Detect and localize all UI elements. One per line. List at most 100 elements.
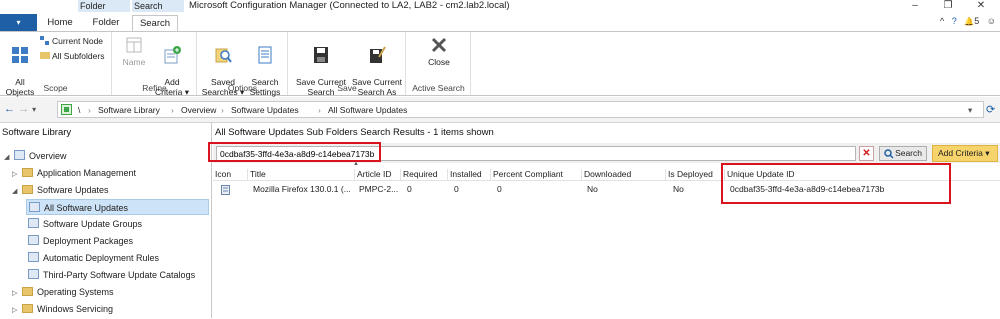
- tree-item-label: Deployment Packages: [43, 236, 134, 246]
- tab-home[interactable]: Home: [40, 15, 80, 32]
- tree-item-label: Third-Party Software Update Catalogs: [43, 270, 196, 280]
- breadcrumb-overview[interactable]: Overview: [181, 105, 216, 115]
- column-header-required[interactable]: Required: [400, 169, 438, 181]
- scope-group-label: Scope: [43, 83, 68, 93]
- cell-percent-compliant: 0: [497, 184, 502, 194]
- tab-folder[interactable]: Folder: [84, 15, 128, 32]
- cell-installed: 0: [454, 184, 459, 194]
- column-header-percent-compliant[interactable]: Percent Compliant: [490, 169, 563, 181]
- close-search-button[interactable]: Close: [419, 35, 459, 67]
- search-highlight-box: [208, 142, 381, 162]
- tree-expander-icon[interactable]: ▷: [12, 167, 22, 183]
- cell-title: Mozilla Firefox 130.0.1 (...: [253, 184, 351, 194]
- navigation-pane-title: Software Library: [2, 127, 72, 138]
- folder-icon: [22, 304, 33, 313]
- deployment-packages-icon: [28, 235, 39, 245]
- results-header: All Software Updates Sub Folders Search …: [215, 127, 494, 138]
- search-button[interactable]: Search: [879, 146, 927, 161]
- notification-bell-icon[interactable]: 🔔: [964, 17, 974, 26]
- tree-expander-icon[interactable]: ▷: [12, 303, 22, 319]
- minimize-button[interactable]: –: [900, 0, 930, 12]
- column-header-icon[interactable]: Icon: [213, 169, 231, 181]
- restore-button[interactable]: ❐: [933, 0, 963, 12]
- close-search-label: Close: [428, 57, 450, 67]
- close-search-icon: [431, 37, 447, 53]
- deployment-rules-icon: [28, 252, 39, 262]
- refine-group-label: Refine: [142, 83, 167, 93]
- breadcrumb-separator: ›: [88, 105, 91, 115]
- add-criteria-button[interactable]: Add Criteria ▾: [932, 145, 998, 162]
- breadcrumb-all-software-updates[interactable]: All Software Updates: [328, 105, 407, 115]
- tree-item-windows-servicing[interactable]: ▷ Windows Servicing: [12, 301, 113, 317]
- ribbon-right-controls: ^ ? 🔔5 ☺: [940, 16, 996, 26]
- breadcrumb-software-library[interactable]: Software Library: [98, 105, 160, 115]
- breadcrumb-software-updates[interactable]: Software Updates: [231, 105, 299, 115]
- tree-item-label: Automatic Deployment Rules: [43, 253, 160, 263]
- context-tab-folder-tools[interactable]: Folder Tools: [78, 0, 130, 23]
- navigation-pane: Software Library ◢ Overview ▷ Application …: [0, 123, 212, 318]
- current-node-button[interactable]: Current Node: [40, 36, 103, 46]
- tree-item-overview[interactable]: ◢ Overview: [4, 148, 67, 164]
- refresh-icon[interactable]: ⟳: [986, 103, 995, 116]
- tree-item-label: Software Updates: [37, 185, 109, 195]
- save-group-label: Save: [337, 83, 357, 93]
- tree-item-label: Software Update Groups: [43, 219, 143, 229]
- column-header-article-id[interactable]: Article ID: [354, 169, 391, 181]
- navigation-buttons: ← → ▾: [4, 103, 36, 115]
- column-header-downloaded[interactable]: Downloaded: [581, 169, 631, 181]
- clear-search-button[interactable]: ✕: [859, 146, 874, 161]
- tree-item-automatic-deployment-rules[interactable]: Automatic Deployment Rules: [28, 250, 159, 266]
- name-button[interactable]: Name: [119, 35, 149, 67]
- column-header-installed[interactable]: Installed: [447, 169, 482, 181]
- help-icon[interactable]: ?: [952, 16, 957, 26]
- scope-group: All Objects Current Node All Subfolders …: [0, 32, 112, 97]
- tree-expander-icon[interactable]: ◢: [12, 184, 22, 200]
- tree-expander-icon[interactable]: ◢: [4, 150, 14, 166]
- tree-item-all-software-updates[interactable]: All Software Updates: [26, 199, 209, 215]
- unique-id-highlight-box: [721, 163, 951, 204]
- breadcrumb[interactable]: \ › Software Library › Overview › Softwa…: [57, 101, 984, 118]
- search-button-label: Search: [895, 148, 922, 158]
- results-pane: All Software Updates Sub Folders Search …: [208, 123, 1000, 318]
- file-menu-button[interactable]: ▾: [0, 14, 37, 32]
- overview-icon: [14, 150, 25, 160]
- breadcrumb-separator: ›: [171, 105, 174, 115]
- sort-indicator-icon: ▲: [353, 161, 359, 167]
- collapse-ribbon-icon[interactable]: ^: [940, 16, 944, 26]
- tree-item-label: All Software Updates: [44, 203, 129, 213]
- current-node-label: Current Node: [52, 36, 104, 46]
- tree-item-software-updates[interactable]: ◢ Software Updates: [12, 182, 109, 198]
- folder-icon: [22, 168, 33, 177]
- tree-item-label: Application Management: [37, 168, 137, 178]
- column-header-title[interactable]: Title: [247, 169, 266, 181]
- save-as-icon: [370, 46, 386, 63]
- back-arrow-icon[interactable]: ←: [4, 103, 15, 115]
- title-bar: Folder Tools Search Tools Microsoft Conf…: [0, 0, 1000, 23]
- active-search-group: Close Active Search: [407, 32, 471, 95]
- address-bar: ← → ▾ \ › Software Library › Overview › …: [0, 97, 1000, 123]
- column-header-is-deployed[interactable]: Is Deployed: [665, 169, 713, 181]
- saved-searches-icon: [215, 48, 232, 63]
- cell-downloaded: No: [587, 184, 598, 194]
- breadcrumb-dropdown-icon[interactable]: ▾: [968, 105, 972, 116]
- tree-item-application-management[interactable]: ▷ Application Management: [12, 165, 136, 181]
- tree-expander-icon[interactable]: ▷: [12, 286, 22, 302]
- tree-item-operating-systems[interactable]: ▷ Operating Systems: [12, 284, 114, 300]
- close-window-button[interactable]: ✕: [966, 0, 996, 12]
- options-group: Saved Searches ▾ Search Settings Options: [198, 32, 288, 97]
- catalogs-icon: [28, 269, 39, 279]
- nav-history-dropdown-icon[interactable]: ▾: [32, 105, 36, 114]
- tree-item-label: Operating Systems: [37, 287, 114, 297]
- name-column-icon: [126, 37, 142, 53]
- context-tab-search-tools[interactable]: Search Tools: [132, 0, 184, 23]
- software-library-icon: [61, 104, 72, 115]
- forward-arrow-icon[interactable]: →: [18, 103, 29, 115]
- tree-item-deployment-packages[interactable]: Deployment Packages: [28, 233, 133, 249]
- feedback-icon[interactable]: ☺: [987, 16, 996, 26]
- tree-item-software-update-groups[interactable]: Software Update Groups: [28, 216, 142, 232]
- breadcrumb-root[interactable]: \: [78, 105, 80, 115]
- save-group: Save Current Search Save Current Search …: [289, 32, 406, 97]
- all-subfolders-button[interactable]: All Subfolders: [40, 51, 104, 61]
- folder-icon: [22, 287, 33, 296]
- tree-item-third-party-catalogs[interactable]: Third-Party Software Update Catalogs: [28, 267, 195, 283]
